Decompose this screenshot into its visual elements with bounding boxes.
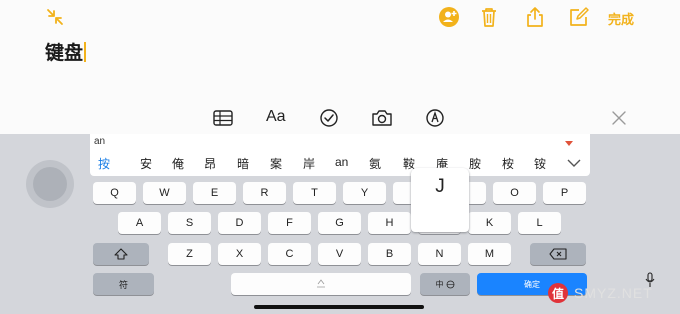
key-b[interactable]: B [368, 243, 411, 265]
key-p[interactable]: P [543, 182, 586, 204]
key-k[interactable]: K [468, 212, 511, 234]
candidate-item[interactable]: 暗 [237, 155, 249, 172]
key-h[interactable]: H [368, 212, 411, 234]
checklist-icon[interactable] [318, 108, 340, 128]
key-r[interactable]: R [243, 182, 286, 204]
candidate-item[interactable]: an [335, 155, 348, 169]
key-e[interactable]: E [193, 182, 236, 204]
delete-key[interactable] [530, 243, 586, 265]
language-key[interactable]: 中 [420, 273, 470, 295]
key-c[interactable]: C [268, 243, 311, 265]
key-x[interactable]: X [218, 243, 261, 265]
home-indicator [254, 305, 424, 309]
share-icon[interactable] [524, 6, 546, 28]
candidate-item[interactable]: 铵 [534, 155, 546, 172]
candidate-item[interactable]: 胺 [469, 155, 481, 172]
table-icon[interactable] [212, 108, 234, 128]
key-popup-letter: J [435, 176, 445, 197]
text-format-button[interactable]: Aa [266, 108, 286, 126]
text-cursor [84, 42, 87, 62]
key-t[interactable]: T [293, 182, 336, 204]
trash-icon[interactable] [478, 6, 500, 28]
candidate-item[interactable]: 桉 [502, 155, 514, 172]
key-w[interactable]: W [143, 182, 186, 204]
key-f[interactable]: F [268, 212, 311, 234]
candidate-item[interactable]: 岸 [303, 155, 315, 172]
edit-icon[interactable] [568, 6, 590, 28]
key-q[interactable]: Q [93, 182, 136, 204]
trackpad-handle-inner [33, 167, 67, 201]
collapse-icon[interactable] [44, 6, 66, 28]
note-title[interactable]: 键盘 [45, 38, 87, 65]
key-y[interactable]: Y [343, 182, 386, 204]
shift-key[interactable] [93, 243, 149, 265]
key-a[interactable]: A [118, 212, 161, 234]
close-icon[interactable] [610, 108, 628, 128]
shift-icon [114, 248, 128, 260]
key-l[interactable]: L [518, 212, 561, 234]
candidate-item[interactable]: 按 [98, 155, 110, 172]
key-o[interactable]: O [493, 182, 536, 204]
space-key[interactable] [231, 273, 411, 295]
camera-icon[interactable] [370, 108, 394, 128]
candidate-item[interactable]: 安 [140, 155, 152, 172]
language-label: 中 [435, 279, 444, 289]
globe-icon [446, 280, 454, 288]
done-button[interactable]: 完成 [608, 9, 634, 28]
watermark-text: SMYZ.NET [574, 285, 653, 301]
key-m[interactable]: M [468, 243, 511, 265]
markup-icon[interactable] [424, 108, 446, 128]
candidate-item[interactable]: 昂 [204, 155, 216, 172]
format-toolbar [0, 98, 680, 134]
delete-icon [549, 248, 567, 260]
note-title-text: 键盘 [45, 43, 84, 64]
watermark-badge: 值 [548, 283, 568, 303]
key-v[interactable]: V [318, 243, 361, 265]
key-n[interactable]: N [418, 243, 461, 265]
person-add-icon[interactable] [438, 6, 460, 28]
key-d[interactable]: D [218, 212, 261, 234]
candidate-item[interactable]: 俺 [172, 155, 184, 172]
mic-hint-icon [317, 279, 325, 288]
symbol-key[interactable]: 符 [93, 273, 154, 295]
candidate-indicator-icon [565, 141, 573, 146]
pinyin-input: an [94, 136, 106, 147]
key-g[interactable]: G [318, 212, 361, 234]
key-s[interactable]: S [168, 212, 211, 234]
key-z[interactable]: Z [168, 243, 211, 265]
candidate-item[interactable]: 氨 [369, 155, 381, 172]
candidate-item[interactable]: 案 [270, 155, 282, 172]
chevron-down-icon[interactable] [566, 157, 582, 169]
watermark: 值 SMYZ.NET [548, 281, 680, 305]
